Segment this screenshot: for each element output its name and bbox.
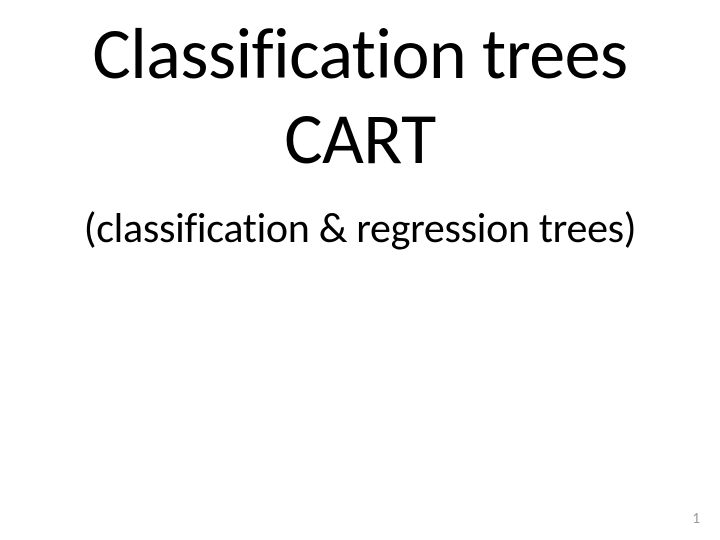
subtitle: (classification & regression trees)	[0, 203, 720, 254]
title-line-2: CART	[0, 99, 720, 180]
page-number: 1	[692, 510, 700, 528]
slide: Classification trees CART (classificatio…	[0, 0, 720, 540]
title-line-1: Classification trees	[0, 14, 720, 95]
